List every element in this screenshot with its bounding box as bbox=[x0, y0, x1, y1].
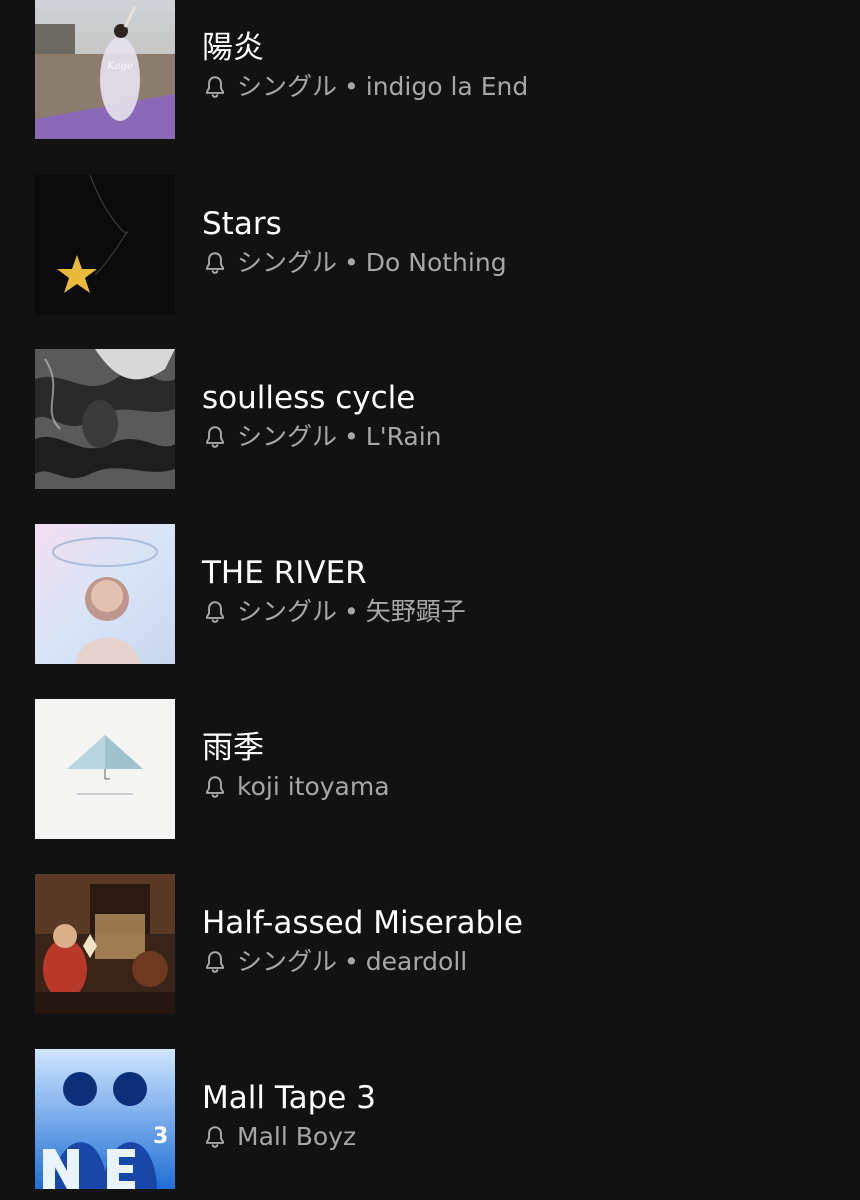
release-row-kagerou[interactable]: Kage 陽炎 シングル • indigo la End bbox=[0, 0, 860, 139]
release-title: THE RIVER bbox=[202, 555, 367, 591]
release-row-half-assed-miserable[interactable]: Half-assed Miserable シングル • deardoll bbox=[0, 874, 860, 1014]
separator: • bbox=[344, 597, 359, 626]
release-meta: シングル • L'Rain bbox=[202, 422, 442, 452]
bell-icon bbox=[202, 250, 228, 276]
release-row-uki[interactable]: 雨季 koji itoyama bbox=[0, 699, 860, 839]
release-artist: koji itoyama bbox=[237, 772, 390, 801]
release-meta: シングル • Do Nothing bbox=[202, 248, 507, 278]
release-title: 陽炎 bbox=[202, 30, 264, 66]
bell-icon bbox=[202, 424, 228, 450]
release-title: 雨季 bbox=[202, 730, 264, 766]
release-meta: シングル • indigo la End bbox=[202, 72, 528, 102]
release-meta: Mall Boyz bbox=[202, 1122, 356, 1152]
release-row-stars[interactable]: Stars シングル • Do Nothing bbox=[0, 175, 860, 315]
album-art bbox=[35, 175, 175, 315]
release-artist: deardoll bbox=[365, 947, 468, 976]
release-title: soulless cycle bbox=[202, 380, 416, 416]
separator: • bbox=[344, 72, 359, 101]
release-artist: L'Rain bbox=[365, 422, 442, 451]
release-type: シングル bbox=[237, 947, 338, 976]
release-row-soulless-cycle[interactable]: soulless cycle シングル • L'Rain bbox=[0, 349, 860, 489]
bell-icon bbox=[202, 774, 228, 800]
separator: • bbox=[344, 947, 359, 976]
release-title: Half-assed Miserable bbox=[202, 905, 523, 941]
album-art: 3 bbox=[35, 1049, 175, 1189]
album-art bbox=[35, 349, 175, 489]
bell-icon bbox=[202, 599, 228, 625]
release-row-the-river[interactable]: THE RIVER シングル • 矢野顕子 bbox=[0, 524, 860, 664]
release-meta: シングル • 矢野顕子 bbox=[202, 597, 466, 627]
svg-text:Kage: Kage bbox=[106, 61, 133, 72]
bell-icon bbox=[202, 949, 228, 975]
release-row-mall-tape-3[interactable]: 3 Mall Tape 3 Mall Boyz bbox=[0, 1049, 860, 1189]
bell-icon bbox=[202, 1124, 228, 1150]
release-type: シングル bbox=[237, 422, 338, 451]
release-title: Stars bbox=[202, 206, 282, 242]
svg-text:3: 3 bbox=[153, 1124, 168, 1149]
release-type: シングル bbox=[237, 597, 338, 626]
release-meta: koji itoyama bbox=[202, 772, 390, 802]
album-art bbox=[35, 699, 175, 839]
release-title: Mall Tape 3 bbox=[202, 1080, 376, 1116]
release-artist: Do Nothing bbox=[365, 248, 507, 277]
release-artist: indigo la End bbox=[365, 72, 529, 101]
bell-icon bbox=[202, 74, 228, 100]
separator: • bbox=[344, 422, 359, 451]
release-list: Kage 陽炎 シングル • indigo la End Stars シングル … bbox=[0, 0, 860, 1200]
release-meta: シングル • deardoll bbox=[202, 947, 467, 977]
release-artist: Mall Boyz bbox=[237, 1122, 357, 1151]
album-art bbox=[35, 524, 175, 664]
separator: • bbox=[344, 248, 359, 277]
release-type: シングル bbox=[237, 248, 338, 277]
album-art bbox=[35, 874, 175, 1014]
album-art: Kage bbox=[35, 0, 175, 139]
release-artist: 矢野顕子 bbox=[365, 597, 466, 626]
release-type: シングル bbox=[237, 72, 338, 101]
